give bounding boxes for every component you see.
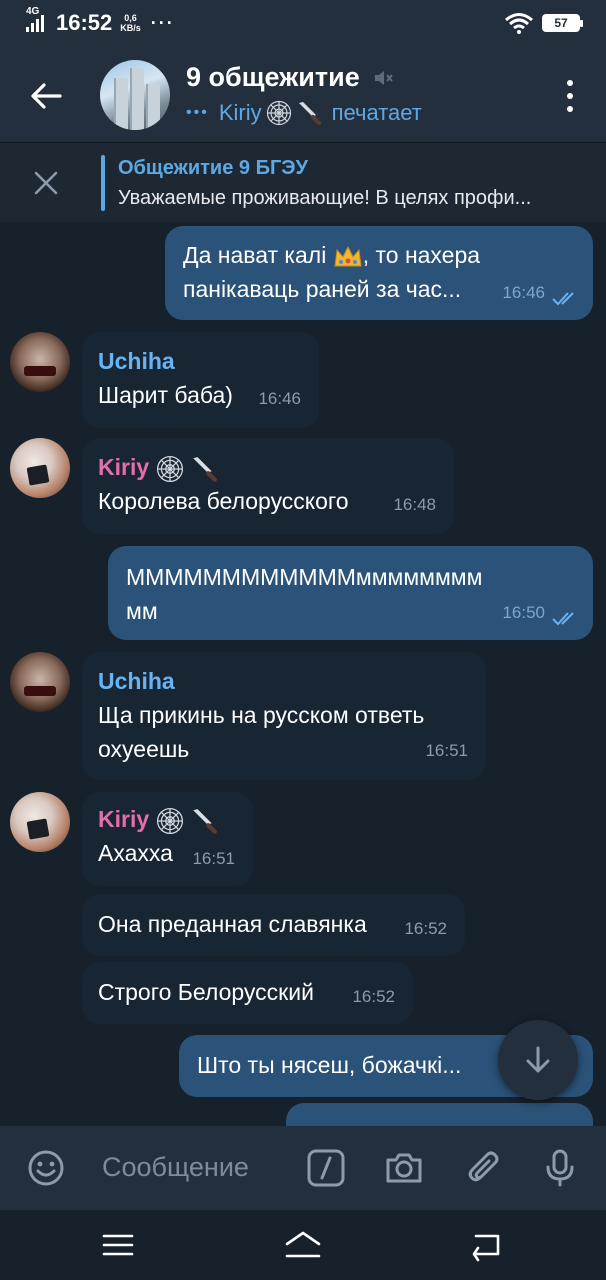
camera-icon[interactable] xyxy=(384,1148,424,1188)
message-bubble-incoming[interactable]: Uchiha Шарит баба) 16:46 xyxy=(82,332,319,428)
sender-name-text: Kiriy xyxy=(98,454,150,480)
message-text-part: Да нават калі xyxy=(183,242,327,268)
back-arrow-icon[interactable] xyxy=(26,76,66,116)
message-text: Она преданная славянка xyxy=(98,911,367,937)
system-navigation-bar xyxy=(0,1210,606,1280)
signal-icon: 4G xyxy=(26,6,44,32)
network-type: 4G xyxy=(26,6,40,17)
message-bubble-incoming[interactable]: Kiriy Королева белорусского 16:48 xyxy=(82,438,454,534)
read-checks-icon xyxy=(552,612,574,626)
message-time: 16:52 xyxy=(404,919,447,938)
close-icon[interactable] xyxy=(32,169,60,197)
arrow-down-icon xyxy=(526,1046,550,1073)
bot-commands-icon[interactable] xyxy=(306,1148,346,1188)
spider-web-icon xyxy=(156,807,183,834)
message-input[interactable]: Сообщение xyxy=(102,1152,249,1183)
message-text-line: Ща прикинь на русском ответь xyxy=(98,702,425,728)
pinned-message[interactable]: Общежитие 9 БГЭУ Уважаемые проживающие! … xyxy=(0,142,606,222)
typing-dots-icon: ••• xyxy=(186,104,209,121)
knife-icon xyxy=(193,809,217,834)
spider-web-icon xyxy=(266,100,291,126)
message-bubble-incoming[interactable]: Kiriy Ахахха 16:51 xyxy=(82,792,253,886)
message-input-bar: Сообщение xyxy=(0,1126,606,1210)
typing-status: ••• Kiriy печатает xyxy=(186,100,422,126)
home-icon[interactable] xyxy=(283,1228,323,1262)
typing-text: печатает xyxy=(331,100,422,125)
pinned-title: Общежитие 9 БГЭУ xyxy=(118,157,308,179)
message-time: 16:51 xyxy=(192,849,235,868)
speed-value: 0,6 xyxy=(124,13,137,23)
more-notifications-icon: ··· xyxy=(150,12,175,33)
emoji-icon[interactable] xyxy=(26,1148,66,1188)
message-text-line: ММММММММММММмммммммм xyxy=(126,564,483,590)
chat-title-text: 9 общежитие xyxy=(186,62,360,92)
sender-name[interactable]: Kiriy xyxy=(98,450,438,484)
pinned-text: Уважаемые проживающие! В целях профи... xyxy=(118,187,532,209)
speed-unit: KB/s xyxy=(120,23,141,33)
message-bubble-outgoing[interactable]: ММММММММММММмммммммм мм 16:50 xyxy=(108,546,593,640)
message-time: 16:46 xyxy=(502,283,545,302)
message-bubble-incoming[interactable]: Uchiha Ща прикинь на русском ответь охуе… xyxy=(82,652,486,780)
sender-name[interactable]: Uchiha xyxy=(98,344,303,378)
scroll-down-button[interactable] xyxy=(498,1020,578,1100)
message-bubble-outgoing[interactable]: Да нават калі , то нахера панікаваць ран… xyxy=(165,226,593,320)
message-time: 16:52 xyxy=(352,987,395,1006)
back-nav-icon[interactable] xyxy=(466,1228,506,1262)
wifi-icon xyxy=(505,13,533,34)
chat-header: 9 общежитие ••• Kiriy печатает xyxy=(0,46,606,142)
sender-name[interactable]: Kiriy xyxy=(98,802,237,836)
avatar-uchiha[interactable] xyxy=(10,652,70,712)
microphone-icon[interactable] xyxy=(540,1148,580,1188)
typing-user: Kiriy xyxy=(218,100,262,125)
battery-icon: 57 xyxy=(542,14,583,32)
message-text-line: охуеешь xyxy=(98,736,190,762)
knife-icon xyxy=(193,457,217,482)
message-time: 16:50 xyxy=(502,603,545,622)
message-text-part: , то нахера xyxy=(362,242,481,268)
muted-icon xyxy=(374,70,393,85)
clock: 16:52 xyxy=(56,10,113,35)
message-bubble-incoming[interactable]: Строго Белорусский 16:52 xyxy=(82,962,413,1024)
group-avatar[interactable] xyxy=(100,60,170,130)
avatar-kiriy[interactable] xyxy=(10,792,70,852)
status-bar: 4G 16:52 0,6 KB/s ··· 57 xyxy=(0,0,606,46)
knife-icon xyxy=(298,102,321,125)
network-speed: 0,6 KB/s xyxy=(120,13,141,33)
sender-name[interactable]: Uchiha xyxy=(98,664,470,698)
read-checks-icon xyxy=(552,292,574,306)
attach-icon[interactable] xyxy=(464,1148,504,1188)
message-time: 16:51 xyxy=(425,741,468,760)
message-time: 16:48 xyxy=(393,495,436,514)
chat-title[interactable]: 9 общежитие xyxy=(186,62,394,93)
message-text: Да нават калі , то нахера xyxy=(183,238,575,272)
message-bubble-incoming[interactable]: Она преданная славянка 16:52 xyxy=(82,894,465,956)
sender-name-text: Kiriy xyxy=(98,806,150,832)
battery-level: 57 xyxy=(554,16,568,30)
spider-web-icon xyxy=(156,455,183,482)
crown-icon xyxy=(334,245,362,267)
pinned-accent-bar xyxy=(101,155,105,211)
avatar-kiriy[interactable] xyxy=(10,438,70,498)
message-text: Королева белорусского xyxy=(98,488,349,514)
menu-icon[interactable] xyxy=(98,1228,138,1262)
message-time: 16:46 xyxy=(258,389,301,408)
more-options-icon[interactable] xyxy=(564,80,576,112)
avatar-uchiha[interactable] xyxy=(10,332,70,392)
